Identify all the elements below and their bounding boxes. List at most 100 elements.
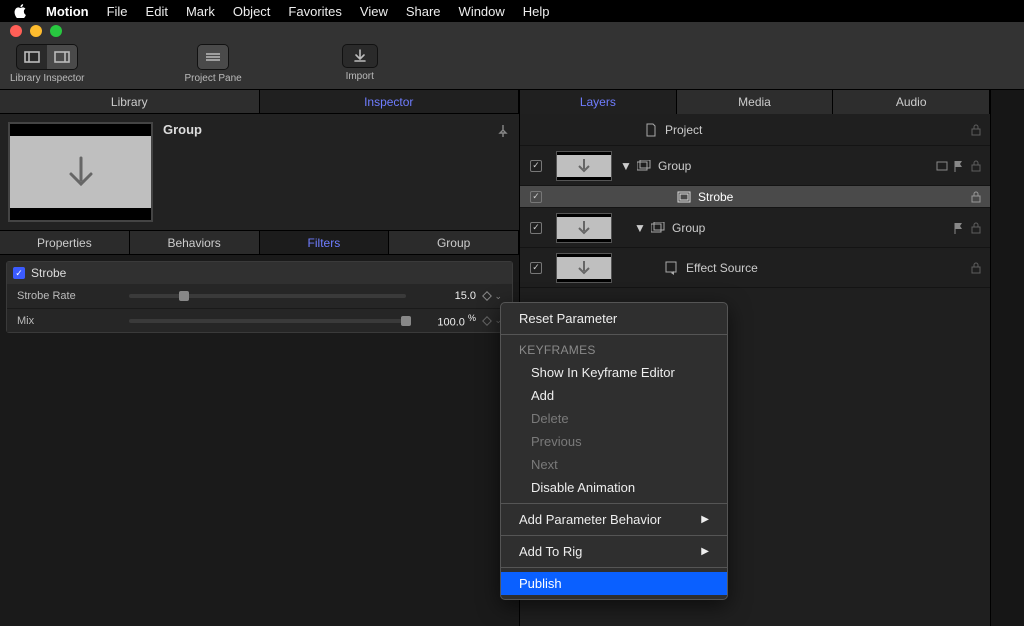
- subtab-behaviors[interactable]: Behaviors: [130, 231, 260, 254]
- visibility-checkbox[interactable]: [530, 160, 542, 172]
- menu-object[interactable]: Object: [233, 4, 271, 19]
- keyframe-diamond-icon[interactable]: [482, 316, 492, 326]
- apple-icon[interactable]: [14, 4, 28, 18]
- menu-favorites[interactable]: Favorites: [288, 4, 341, 19]
- far-right-pane: [990, 90, 1024, 626]
- visibility-checkbox[interactable]: [530, 262, 542, 274]
- keyframe-diamond-icon[interactable]: [482, 291, 492, 301]
- import-button[interactable]: [342, 44, 378, 68]
- library-inspector-group: Library Inspector: [10, 44, 84, 84]
- inspector-icon: [54, 50, 70, 64]
- disclosure-triangle[interactable]: ▼: [634, 221, 646, 235]
- visibility-checkbox[interactable]: [530, 191, 542, 203]
- library-toggle[interactable]: [17, 45, 47, 69]
- layer-label: Group: [658, 159, 691, 173]
- layer-label: Effect Source: [686, 261, 758, 275]
- ctx-add-parameter-behavior[interactable]: Add Parameter Behavior: [501, 508, 727, 531]
- pin-icon[interactable]: [497, 124, 509, 138]
- inspector-title: Group: [163, 122, 202, 222]
- ctx-add-to-rig[interactable]: Add To Rig: [501, 540, 727, 563]
- menubar[interactable]: Motion File Edit Mark Object Favorites V…: [0, 0, 1024, 22]
- layer-project[interactable]: Project: [520, 114, 990, 146]
- filter-name: Strobe: [31, 266, 66, 280]
- filter-icon: [676, 189, 692, 205]
- group-icon: [636, 158, 652, 174]
- libinsp-label: Library Inspector: [10, 73, 84, 84]
- subtab-group[interactable]: Group: [389, 231, 519, 254]
- toolbar: Library Inspector Project Pane Import: [0, 40, 1024, 90]
- close-window-button[interactable]: [10, 25, 22, 37]
- effect-source-icon: [664, 260, 680, 276]
- menu-mark[interactable]: Mark: [186, 4, 215, 19]
- menu-window[interactable]: Window: [459, 4, 505, 19]
- ctx-reset-parameter[interactable]: Reset Parameter: [501, 307, 727, 330]
- ctx-next-keyframe: Next: [501, 453, 727, 476]
- subtab-filters[interactable]: Filters: [260, 231, 390, 254]
- lock-icon[interactable]: [970, 222, 982, 234]
- tab-library[interactable]: Library: [0, 90, 260, 113]
- import-group: Import: [342, 44, 378, 82]
- param-strobe-rate: Strobe Rate 15.0 ⌄: [7, 284, 512, 308]
- menu-share[interactable]: Share: [406, 4, 441, 19]
- filter-panel: ✓ Strobe Strobe Rate 15.0 ⌄ Mix 100.0 % …: [6, 261, 513, 333]
- value-strobe-rate[interactable]: 15.0: [418, 290, 476, 302]
- lock-icon[interactable]: [970, 124, 982, 136]
- layer-strobe[interactable]: Strobe: [520, 186, 990, 208]
- minimize-window-button[interactable]: [30, 25, 42, 37]
- disclosure-triangle[interactable]: ▼: [620, 159, 632, 173]
- import-label: Import: [342, 71, 378, 82]
- value-mix[interactable]: 100.0 %: [418, 313, 476, 329]
- layer-label: Group: [672, 221, 705, 235]
- group-icon: [650, 220, 666, 236]
- project-pane-label: Project Pane: [184, 73, 241, 84]
- zoom-window-button[interactable]: [50, 25, 62, 37]
- ctx-disable-animation[interactable]: Disable Animation: [501, 476, 727, 499]
- placeholder-arrow-icon: [575, 157, 593, 175]
- inspector-subtabs: Properties Behaviors Filters Group: [0, 231, 519, 255]
- tab-layers[interactable]: Layers: [520, 90, 677, 114]
- tab-media[interactable]: Media: [677, 90, 834, 114]
- flag-icon[interactable]: [954, 222, 964, 234]
- ctx-previous-keyframe: Previous: [501, 430, 727, 453]
- flag-icon[interactable]: [954, 160, 964, 172]
- menu-edit[interactable]: Edit: [146, 4, 168, 19]
- menu-file[interactable]: File: [107, 4, 128, 19]
- placeholder-arrow-icon: [575, 219, 593, 237]
- placeholder-arrow-icon: [575, 259, 593, 277]
- filter-header[interactable]: ✓ Strobe: [7, 262, 512, 284]
- visibility-checkbox[interactable]: [530, 222, 542, 234]
- layer-effect-source[interactable]: Effect Source: [520, 248, 990, 288]
- layer-thumbnail: [556, 213, 612, 243]
- import-icon: [353, 49, 367, 63]
- lock-icon[interactable]: [970, 160, 982, 172]
- app-name[interactable]: Motion: [46, 4, 89, 19]
- lock-icon[interactable]: [970, 191, 982, 203]
- slider-mix[interactable]: [129, 319, 406, 323]
- filter-enable-checkbox[interactable]: ✓: [13, 267, 25, 279]
- layer-group-1[interactable]: ▼ Group: [520, 146, 990, 186]
- slider-strobe-rate[interactable]: [129, 294, 406, 298]
- isolate-icon[interactable]: [936, 161, 948, 171]
- inspector-thumbnail: [8, 122, 153, 222]
- ctx-publish[interactable]: Publish: [501, 572, 727, 595]
- project-pane-icon: [204, 50, 222, 64]
- inspector-toggle[interactable]: [47, 45, 77, 69]
- tab-inspector[interactable]: Inspector: [260, 90, 520, 113]
- subtab-properties[interactable]: Properties: [0, 231, 130, 254]
- layer-label: Project: [665, 123, 702, 137]
- menu-help[interactable]: Help: [523, 4, 550, 19]
- tab-audio[interactable]: Audio: [833, 90, 990, 114]
- ctx-add-keyframe[interactable]: Add: [501, 384, 727, 407]
- library-icon: [24, 50, 40, 64]
- keyframe-menu-icon[interactable]: ⌄: [494, 291, 502, 302]
- project-pane-group: Project Pane: [184, 44, 241, 84]
- layer-group-2[interactable]: ▼ Group: [520, 208, 990, 248]
- left-tabbar: Library Inspector: [0, 90, 519, 114]
- menu-view[interactable]: View: [360, 4, 388, 19]
- lock-icon[interactable]: [970, 262, 982, 274]
- layer-thumbnail: [556, 253, 612, 283]
- layer-label: Strobe: [698, 190, 733, 204]
- project-pane-toggle[interactable]: [198, 45, 228, 69]
- ctx-show-keyframe-editor[interactable]: Show In Keyframe Editor: [501, 361, 727, 384]
- context-menu[interactable]: Reset Parameter KEYFRAMES Show In Keyfra…: [500, 302, 728, 600]
